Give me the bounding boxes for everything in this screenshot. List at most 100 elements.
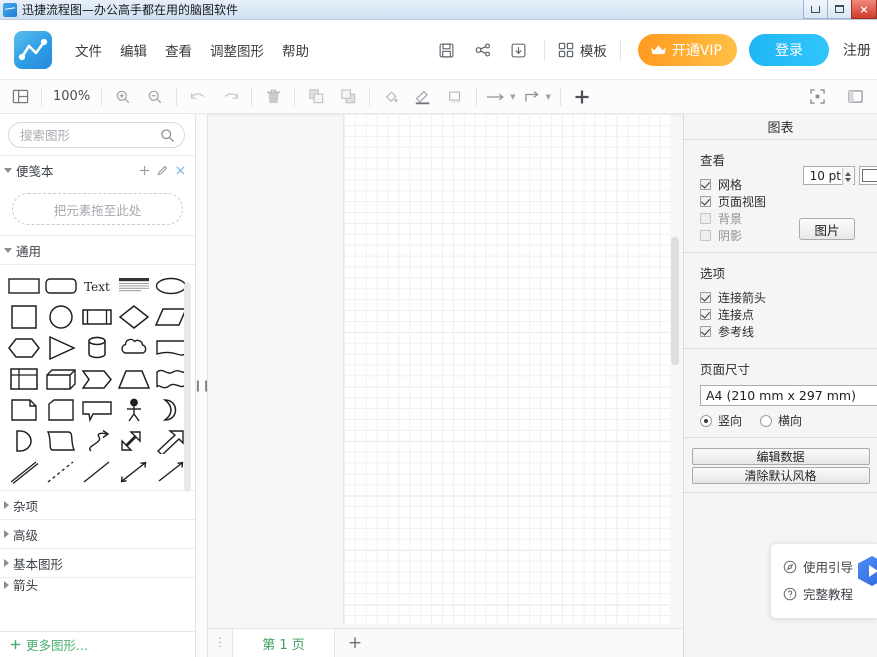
add-page-button[interactable]: + <box>335 629 375 657</box>
checkbox-row-connection-points[interactable]: 连接点 <box>684 306 877 323</box>
save-icon[interactable] <box>432 35 462 65</box>
shape-triangle[interactable] <box>43 333 80 362</box>
menu-file[interactable]: 文件 <box>66 34 111 66</box>
grid-size-stepper[interactable]: 10 pt <box>803 166 855 185</box>
shape-textbox[interactable] <box>116 271 153 300</box>
maximize-button[interactable] <box>827 0 852 19</box>
add-icon[interactable] <box>139 165 150 176</box>
shape-callout[interactable] <box>79 395 116 424</box>
shape-process[interactable] <box>79 302 116 331</box>
menu-adjust-shape[interactable]: 调整图形 <box>201 34 273 66</box>
page-size-select[interactable]: A4 (210 mm x 297 mm) <box>700 385 877 406</box>
shape-circle[interactable] <box>43 302 80 331</box>
shape-bidirectional-arrow[interactable] <box>116 457 153 486</box>
shape-step[interactable] <box>79 364 116 393</box>
shape-dashed-line[interactable] <box>43 457 80 486</box>
shape-cylinder[interactable] <box>79 333 116 362</box>
menu-help[interactable]: 帮助 <box>273 34 318 66</box>
help-item-tutorial[interactable]: 完整教程 <box>783 580 877 607</box>
search-icon[interactable] <box>160 128 175 143</box>
shape-rounded-rectangle[interactable] <box>43 271 80 300</box>
checkbox-row-guides[interactable]: 参考线 <box>684 323 877 340</box>
stepper-arrows-icon[interactable] <box>842 168 853 185</box>
undo-icon[interactable] <box>186 85 210 109</box>
shape-rectangle[interactable] <box>6 271 43 300</box>
section-header-misc[interactable]: 杂项 <box>0 490 195 519</box>
zoom-out-icon[interactable] <box>143 85 167 109</box>
minimize-button[interactable] <box>803 0 828 19</box>
fill-color-icon[interactable] <box>379 85 403 109</box>
vertical-dots-icon[interactable]: ··· <box>208 629 232 657</box>
add-icon[interactable] <box>570 85 594 109</box>
edit-data-button[interactable]: 编辑数据 <box>692 448 870 465</box>
shape-square[interactable] <box>6 302 43 331</box>
shape-diamond[interactable] <box>116 302 153 331</box>
clear-default-style-button[interactable]: 清除默认风格 <box>692 467 870 484</box>
zoom-in-icon[interactable] <box>111 85 135 109</box>
menu-edit[interactable]: 编辑 <box>111 34 156 66</box>
line-color-icon[interactable] <box>411 85 435 109</box>
arrow-style-icon[interactable]: ▼ <box>486 85 515 109</box>
send-back-icon[interactable] <box>336 85 360 109</box>
scratchpad-drop-zone[interactable]: 把元素拖至此处 <box>12 193 183 225</box>
shadow-checkbox[interactable] <box>700 230 711 241</box>
connection-arrows-checkbox[interactable] <box>700 292 711 303</box>
shape-double-line[interactable] <box>6 457 43 486</box>
shape-cube[interactable] <box>43 364 80 393</box>
delete-icon[interactable] <box>261 85 285 109</box>
template-button[interactable]: 模板 <box>558 40 607 60</box>
connector-style-icon[interactable]: ▼ <box>524 85 551 109</box>
search-box[interactable] <box>8 122 185 148</box>
fullscreen-icon[interactable] <box>805 85 829 109</box>
section-header-advanced[interactable]: 高级 <box>0 519 195 548</box>
shape-line[interactable] <box>79 457 116 486</box>
shape-curved-arrow[interactable] <box>79 426 116 455</box>
toggle-panel-icon[interactable] <box>843 85 867 109</box>
close-button[interactable]: × <box>851 0 877 19</box>
section-header-arrows[interactable]: 箭头 <box>0 577 195 591</box>
register-button[interactable]: 注册 <box>843 40 871 60</box>
orientation-portrait-radio[interactable] <box>700 415 712 427</box>
shape-double-arrow[interactable] <box>116 426 153 455</box>
shape-trapezoid[interactable] <box>116 364 153 393</box>
menu-view[interactable]: 查看 <box>156 34 201 66</box>
checkbox-row-connection-arrows[interactable]: 连接箭头 <box>684 289 877 306</box>
share-icon[interactable] <box>468 35 498 65</box>
sidebar-splitter[interactable]: ❙❙ <box>196 114 208 657</box>
page-view-checkbox[interactable] <box>700 196 711 207</box>
search-input[interactable] <box>20 128 156 143</box>
login-button[interactable]: 登录 <box>749 34 829 66</box>
grid-checkbox[interactable] <box>700 179 711 190</box>
bring-front-icon[interactable] <box>304 85 328 109</box>
checkbox-row-page-view[interactable]: 页面视图 <box>684 193 877 210</box>
section-header-basic-shapes[interactable]: 基本图形 <box>0 548 195 577</box>
section-header-scratchpad[interactable]: 便笺本 <box>0 155 195 184</box>
layout-panel-icon[interactable] <box>8 85 32 109</box>
shape-card[interactable] <box>43 395 80 424</box>
shape-tape[interactable] <box>43 426 80 455</box>
edit-icon[interactable] <box>157 165 168 176</box>
page-tab-1[interactable]: 第 1 页 <box>232 629 335 657</box>
shape-text[interactable]: Text <box>79 271 116 300</box>
canvas-vertical-scrollbar[interactable] <box>671 237 679 365</box>
orientation-landscape-radio[interactable] <box>760 415 772 427</box>
background-checkbox[interactable] <box>700 213 711 224</box>
shape-half-circle[interactable] <box>6 426 43 455</box>
grid-color-swatch[interactable] <box>859 166 877 185</box>
canvas-area[interactable] <box>208 114 683 657</box>
close-icon[interactable] <box>175 165 186 176</box>
redo-icon[interactable] <box>218 85 242 109</box>
section-header-general[interactable]: 通用 <box>0 235 195 264</box>
background-image-button[interactable]: 图片 <box>799 218 855 240</box>
shape-note[interactable] <box>6 395 43 424</box>
shape-actor[interactable] <box>116 395 153 424</box>
canvas-page-sheet[interactable] <box>343 114 670 624</box>
shape-table[interactable] <box>6 364 43 393</box>
guides-checkbox[interactable] <box>700 326 711 337</box>
shadow-icon[interactable] <box>443 85 467 109</box>
download-icon[interactable] <box>504 35 534 65</box>
zoom-level-label[interactable]: 100% <box>47 89 96 104</box>
shape-hexagon[interactable] <box>6 333 43 362</box>
sidebar-scrollbar[interactable] <box>184 282 191 492</box>
more-shapes-button[interactable]: 更多图形... <box>0 631 195 657</box>
